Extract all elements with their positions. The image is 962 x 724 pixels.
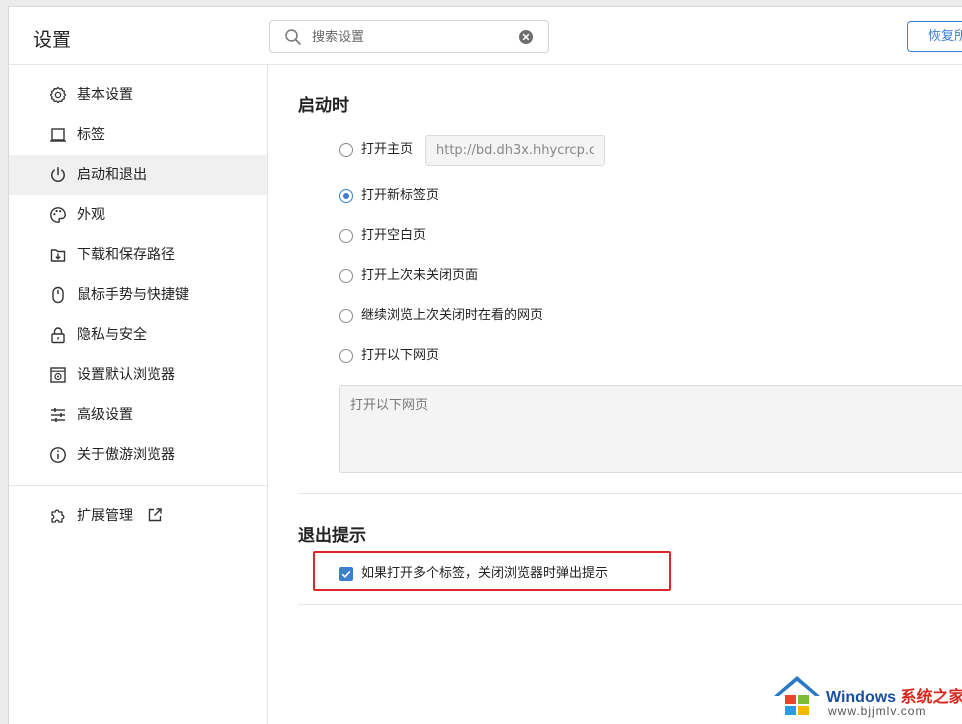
radio-label: 打开上次未关闭页面	[361, 268, 479, 283]
startup-section-title: 启动时	[298, 96, 349, 116]
sidebar-item-label: 标签	[77, 127, 105, 143]
main-content: 启动时 打开主页 打开新标签页 打开空白页 打开上次未关闭页面 继续浏览上次关闭…	[269, 65, 962, 724]
sidebar-item-privacy[interactable]: 隐私与安全	[9, 315, 267, 355]
download-icon	[50, 249, 66, 262]
radio-label: 打开新标签页	[361, 188, 440, 203]
sidebar-item-label: 设置默认浏览器	[77, 367, 175, 383]
sliders-icon	[51, 408, 65, 422]
sidebar-item-about[interactable]: 关于傲游浏览器	[9, 435, 267, 475]
sidebar-item-mouse-shortcuts[interactable]: 鼠标手势与快捷键	[9, 275, 267, 315]
sidebar-item-downloads[interactable]: 下载和保存路径	[9, 235, 267, 275]
sidebar-item-label: 高级设置	[77, 407, 133, 423]
check-icon	[341, 570, 351, 578]
pages-list-textarea[interactable]	[339, 385, 962, 473]
sidebar-item-default-browser[interactable]: 设置默认浏览器	[9, 355, 267, 395]
radio-button[interactable]	[339, 143, 353, 157]
sidebar-item-advanced[interactable]: 高级设置	[9, 395, 267, 435]
sidebar-item-tabs[interactable]: 标签	[9, 115, 267, 155]
homepage-url-input[interactable]	[425, 135, 605, 166]
sidebar-item-label: 隐私与安全	[77, 327, 147, 343]
browser-icon	[50, 367, 66, 383]
power-icon	[51, 167, 65, 182]
radio-button[interactable]	[339, 349, 353, 363]
gear-icon	[49, 86, 67, 104]
header: 设置 恢复所	[9, 7, 962, 65]
search-box[interactable]	[269, 20, 549, 53]
sidebar-item-label: 启动和退出	[77, 167, 147, 183]
sidebar-item-basic[interactable]: 基本设置	[9, 75, 267, 115]
sidebar-item-label: 外观	[77, 207, 105, 223]
sidebar-item-appearance[interactable]: 外观	[9, 195, 267, 235]
sidebar-item-label: 下载和保存路径	[77, 247, 175, 263]
watermark-url: www.bjjmlv.com	[828, 704, 927, 718]
radio-label: 打开以下网页	[361, 348, 440, 363]
checkbox-label: 如果打开多个标签，关闭浏览器时弹出提示	[361, 566, 609, 581]
sidebar-item-extensions[interactable]: 扩展管理	[9, 496, 267, 536]
radio-button[interactable]	[339, 309, 353, 323]
radio-label: 继续浏览上次关闭时在看的网页	[361, 308, 544, 323]
sidebar-item-label: 鼠标手势与快捷键	[77, 287, 189, 303]
exit-section-title: 退出提示	[298, 526, 366, 546]
radio-button[interactable]	[339, 229, 353, 243]
section-divider	[298, 604, 962, 605]
tab-icon	[50, 128, 66, 142]
radio-button-checked[interactable]	[339, 189, 353, 203]
sidebar-item-label: 基本设置	[77, 87, 133, 103]
page-title: 设置	[33, 29, 72, 51]
radio-label: 打开主页	[361, 142, 414, 157]
puzzle-icon	[51, 509, 65, 523]
info-icon	[50, 447, 66, 463]
section-divider	[298, 493, 962, 494]
sidebar-item-startup-exit[interactable]: 启动和退出	[9, 155, 267, 195]
external-link-icon	[148, 508, 162, 522]
search-icon	[285, 29, 301, 45]
checkbox-checked[interactable]	[339, 567, 353, 581]
sidebar-item-label: 扩展管理	[77, 508, 133, 524]
palette-icon	[50, 207, 66, 223]
restore-defaults-button[interactable]: 恢复所	[907, 21, 962, 52]
sidebar-divider	[9, 485, 267, 486]
house-logo-icon	[774, 676, 820, 715]
radio-label: 打开空白页	[361, 228, 427, 243]
lock-icon	[51, 327, 65, 344]
mouse-icon	[52, 286, 64, 304]
watermark: Windows 系统之家 www.bjjmlv.com	[770, 672, 962, 720]
sidebar: 基本设置 标签 启动和退出 外观 下载和保存路径 鼠标手势与快捷键 隐私与安全 …	[9, 65, 268, 724]
search-input[interactable]	[312, 26, 512, 48]
clear-icon[interactable]	[518, 29, 534, 45]
radio-button[interactable]	[339, 269, 353, 283]
sidebar-item-label: 关于傲游浏览器	[77, 447, 175, 463]
settings-window: 设置 恢复所 基本设置	[8, 6, 962, 724]
